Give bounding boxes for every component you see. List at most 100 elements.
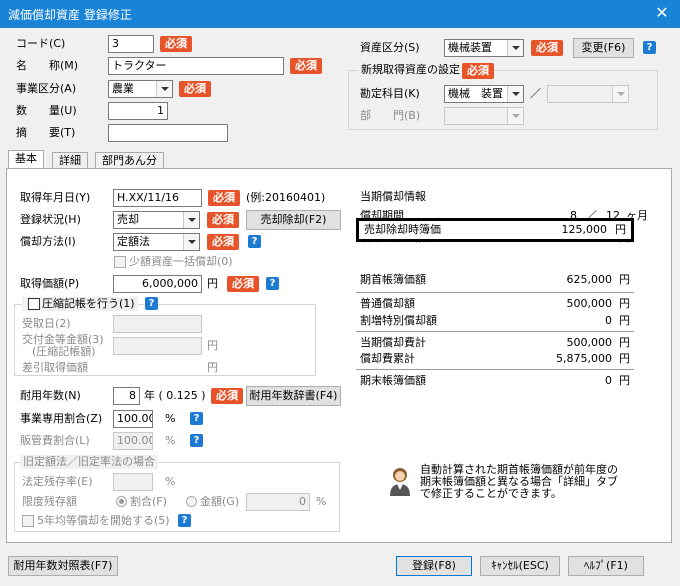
chevron-down-icon: [612, 86, 628, 102]
required-badge: 必須: [290, 58, 322, 74]
method-value: 定額法: [117, 235, 150, 248]
life-rate: 年 ( 0.125 ): [144, 389, 206, 402]
method-select[interactable]: 定額法: [113, 233, 200, 251]
business-ratio-label: 事業専用割合(Z): [20, 412, 103, 425]
help-icon[interactable]: ?: [266, 277, 279, 290]
asset-class-label: 資産区分(S): [360, 41, 420, 54]
depreciation-info-panel: 当期償却情報 償却期間 8 ／ 12 ヶ月 償却基礎金額 6,000,000 円…: [352, 189, 648, 395]
acq-date-input[interactable]: H.XX/11/16: [113, 189, 202, 207]
acq-date-hint: (例:20160401): [246, 191, 326, 204]
asset-class-select[interactable]: 機械装置: [444, 39, 524, 57]
chevron-down-icon: [507, 108, 523, 124]
account-value: 機械 装置: [448, 87, 503, 100]
amount-input[interactable]: 0: [246, 493, 310, 511]
sale-book-value-highlight: 売却除却時簿価 125,000 円: [356, 218, 634, 242]
chevron-down-icon: [507, 40, 523, 56]
account-select[interactable]: 機械 装置: [444, 85, 524, 103]
dept-label: 部 門(B): [360, 109, 421, 122]
sale-disposal-button[interactable]: 売却除却(F2): [246, 210, 341, 230]
business-select[interactable]: 農業: [108, 80, 173, 98]
tab-basic[interactable]: 基本: [8, 150, 44, 170]
five-year-checkbox[interactable]: [22, 515, 34, 527]
percent-unit: %: [165, 434, 176, 447]
life-dictionary-button[interactable]: 耐用年数辞書(F4): [246, 386, 341, 406]
ratio-radio-label: 割合(F): [130, 495, 167, 508]
receive-date-input[interactable]: [113, 315, 202, 333]
small-asset-label: 少額資産一括償却(0): [129, 255, 233, 268]
chevron-down-icon: [156, 81, 172, 97]
divider: [356, 331, 634, 332]
normal-value: 500,000: [566, 297, 613, 310]
life-table-button[interactable]: 耐用年数対照表(F7): [8, 556, 118, 576]
business-ratio-input[interactable]: 100.00: [113, 410, 153, 428]
sub-account-select[interactable]: [547, 85, 629, 103]
help-icon[interactable]: ?: [190, 434, 203, 447]
chevron-down-icon: [183, 212, 199, 228]
help-icon[interactable]: ?: [248, 235, 261, 248]
end-book-label: 期末帳簿価額: [360, 374, 426, 387]
help-icon[interactable]: ?: [643, 41, 656, 54]
business-label: 事業区分(A): [16, 82, 77, 95]
acq-price-label: 取得価額(P): [20, 277, 80, 290]
remarks-label: 摘 要(T): [16, 126, 76, 139]
info-title: 当期償却情報: [360, 190, 426, 203]
required-badge: 必須: [179, 81, 211, 97]
close-icon[interactable]: ✕: [652, 3, 672, 23]
required-badge: 必須: [227, 276, 259, 292]
cancel-button[interactable]: ｷｬﾝｾﾙ(ESC): [480, 556, 560, 576]
yen-unit: 円: [619, 297, 630, 310]
percent-unit: %: [165, 475, 176, 488]
name-input[interactable]: トラクター: [108, 57, 284, 75]
grant-amount-input[interactable]: [113, 337, 202, 355]
help-button[interactable]: ﾍﾙﾌﾟ(F1): [568, 556, 644, 576]
normal-row: 普通償却額 500,000 円: [360, 297, 634, 311]
yen-unit: 円: [207, 339, 218, 352]
required-badge: 必須: [211, 388, 243, 404]
required-badge: 必須: [207, 234, 239, 250]
acq-price-input[interactable]: 6,000,000: [113, 275, 202, 293]
compression-checkbox[interactable]: [28, 298, 40, 310]
quantity-input[interactable]: 1: [108, 102, 168, 120]
yen-unit: 円: [207, 361, 218, 374]
account-label: 勘定科目(K): [360, 87, 420, 100]
divider: [356, 292, 634, 293]
admin-ratio-input[interactable]: 100.00: [113, 432, 153, 450]
dept-select[interactable]: [444, 107, 524, 125]
special-value: 0: [605, 314, 612, 327]
begin-book-row: 期首帳簿価額 625,000 円: [360, 273, 634, 287]
required-badge: 必須: [160, 36, 192, 52]
code-input[interactable]: 3: [108, 35, 154, 53]
yen-unit: 円: [619, 374, 630, 387]
special-label: 割増特別償却額: [360, 314, 437, 327]
ratio-radio[interactable]: [116, 496, 127, 507]
small-asset-checkbox[interactable]: [114, 256, 126, 268]
quantity-label: 数 量(U): [16, 104, 77, 117]
assistant-avatar-icon: [388, 466, 412, 496]
remarks-input[interactable]: [108, 124, 228, 142]
register-button[interactable]: 登録(F8): [396, 556, 472, 576]
yen-unit: 円: [619, 352, 630, 365]
current-total-value: 500,000: [566, 336, 613, 349]
help-icon[interactable]: ?: [190, 412, 203, 425]
deducted-label: 差引取得価額: [22, 361, 88, 374]
title-bar: 減価償却資産 登録修正 ✕: [0, 0, 680, 28]
change-button[interactable]: 変更(F6): [573, 38, 634, 58]
begin-book-value: 625,000: [566, 273, 613, 286]
end-book-value: 0: [605, 374, 612, 387]
help-icon[interactable]: ?: [178, 514, 191, 527]
legal-residual-input[interactable]: [113, 473, 153, 491]
accumulated-value: 5,875,000: [556, 352, 612, 365]
current-total-label: 当期償却費計: [360, 336, 426, 349]
receive-date-label: 受取日(2): [22, 317, 71, 330]
new-acquisition-title: 新規取得資産の設定: [358, 63, 463, 77]
required-badge: 必須: [208, 190, 240, 206]
amount-radio[interactable]: [186, 496, 197, 507]
slash-separator: ／: [530, 87, 541, 100]
status-value: 売却: [117, 213, 139, 226]
name-label: 名 称(M): [16, 59, 79, 72]
sale-book-value: 125,000: [561, 223, 608, 236]
amount-radio-label: 金額(G): [200, 495, 240, 508]
help-icon[interactable]: ?: [145, 297, 158, 310]
life-input[interactable]: 8: [113, 387, 140, 405]
status-select[interactable]: 売却: [113, 211, 200, 229]
